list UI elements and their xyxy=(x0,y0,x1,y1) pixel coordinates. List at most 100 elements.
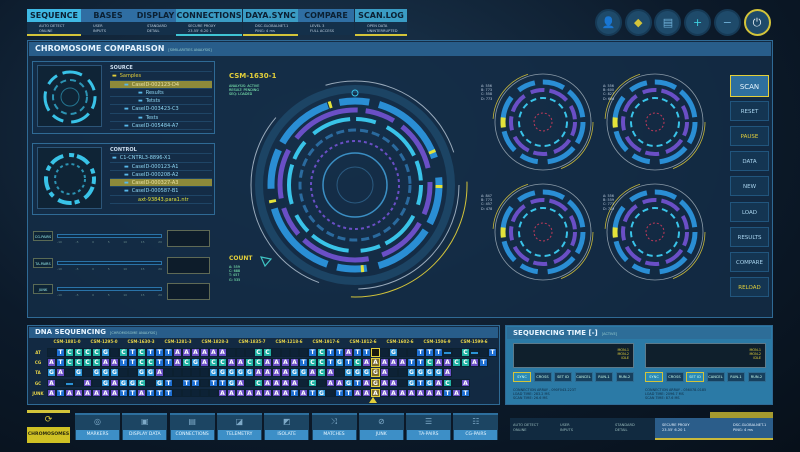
dna-base-cell[interactable]: G xyxy=(353,368,362,377)
dna-base-cell[interactable]: G xyxy=(227,368,236,377)
dna-base-cell[interactable]: A xyxy=(389,378,398,388)
dna-base-cell[interactable]: A xyxy=(290,358,299,367)
dna-base-cell[interactable]: C xyxy=(263,348,272,357)
dna-base-cell[interactable]: T xyxy=(164,378,173,388)
dna-base-cell[interactable]: T xyxy=(209,378,218,388)
dna-base-cell[interactable]: G xyxy=(362,368,371,377)
dna-base-cell[interactable]: T xyxy=(443,388,452,398)
dna-base-cell[interactable]: T xyxy=(155,388,164,398)
dna-base-cell[interactable]: T xyxy=(479,358,488,367)
dna-base-cell[interactable]: G xyxy=(236,368,245,377)
dna-base-cell[interactable]: A xyxy=(47,388,56,398)
dna-base-cell[interactable] xyxy=(74,378,83,388)
dna-base-cell[interactable]: T xyxy=(407,358,416,367)
dna-base-cell[interactable] xyxy=(470,348,479,357)
dna-base-cell[interactable]: A xyxy=(263,368,272,377)
dna-base-cell[interactable]: A xyxy=(272,388,281,398)
dna-base-cell[interactable]: A xyxy=(443,368,452,377)
dna-base-cell[interactable]: A xyxy=(92,388,101,398)
dna-base-cell[interactable] xyxy=(398,348,407,357)
dna-base-cell[interactable]: G xyxy=(101,368,110,377)
dna-base-cell[interactable]: G xyxy=(191,358,200,367)
dna-base-cell[interactable] xyxy=(83,368,92,377)
dna-base-cell[interactable]: A xyxy=(344,348,353,357)
slider-track[interactable] xyxy=(57,287,162,291)
dna-base-cell[interactable]: C xyxy=(443,378,452,388)
tree-item[interactable]: ▬ CaseID-005484-A7 xyxy=(110,122,212,131)
dna-base-cell[interactable]: G xyxy=(101,348,110,357)
dna-base-cell[interactable]: A xyxy=(272,358,281,367)
dna-base-cell[interactable]: G xyxy=(155,378,164,388)
dna-base-cell[interactable]: A xyxy=(398,358,407,367)
dna-base-cell[interactable]: T xyxy=(182,378,191,388)
dna-base-cell[interactable] xyxy=(182,388,191,398)
tree-item[interactable]: ▬ CaseID-000208-A2 xyxy=(110,171,212,180)
dna-base-cell[interactable]: G xyxy=(317,388,326,398)
dna-base-cell[interactable]: A xyxy=(380,368,389,377)
dna-base-cell[interactable]: G xyxy=(344,378,353,388)
dna-base-cell[interactable] xyxy=(299,348,308,357)
cross-button[interactable]: CROSS xyxy=(665,372,684,382)
dna-base-cell[interactable]: A xyxy=(281,368,290,377)
dna-base-cell[interactable] xyxy=(272,348,281,357)
tree-item[interactable]: ▬ CaseID-003423-C3 xyxy=(110,105,212,114)
dna-base-cell[interactable]: A xyxy=(380,388,389,398)
dna-base-cell[interactable]: C xyxy=(317,348,326,357)
dna-base-cell[interactable] xyxy=(47,348,56,357)
dna-base-cell[interactable]: C xyxy=(92,358,101,367)
dna-base-cell[interactable]: A xyxy=(182,348,191,357)
dna-base-cell[interactable] xyxy=(200,368,209,377)
dna-base-cell[interactable] xyxy=(92,378,101,388)
isolate-button[interactable]: ◩ ISOLATE xyxy=(264,413,310,440)
junk-button[interactable]: ⊘ JUNK xyxy=(358,413,404,440)
tree-item[interactable]: ▬ Tetsts xyxy=(110,97,212,106)
tree-item[interactable]: ▬ Samples xyxy=(110,72,212,81)
dna-base-cell[interactable]: T xyxy=(362,348,371,357)
dna-base-cell[interactable] xyxy=(65,368,74,377)
dna-base-cell[interactable]: T xyxy=(164,358,173,367)
dna-base-cell[interactable] xyxy=(407,348,416,357)
dna-base-cell[interactable]: T xyxy=(56,358,65,367)
dna-base-cell[interactable]: A xyxy=(227,388,236,398)
dna-base-cell[interactable]: T xyxy=(344,388,353,398)
dna-base-cell[interactable]: T xyxy=(155,348,164,357)
dna-base-cell[interactable]: A xyxy=(380,378,389,388)
scan-button[interactable]: SCAN xyxy=(730,75,769,97)
dna-base-cell[interactable]: A xyxy=(452,388,461,398)
dna-base-cell[interactable]: C xyxy=(425,358,434,367)
dna-base-cell[interactable]: G xyxy=(209,368,218,377)
dna-base-cell[interactable]: T xyxy=(56,348,65,357)
dna-base-cell[interactable]: A xyxy=(389,358,398,367)
dna-base-cell[interactable]: T xyxy=(353,348,362,357)
dna-base-cell[interactable] xyxy=(443,348,452,357)
dna-base-cell[interactable]: A xyxy=(461,378,470,388)
dna-base-cell[interactable]: A xyxy=(173,358,182,367)
dna-base-cell[interactable]: T xyxy=(353,378,362,388)
dna-base-cell[interactable]: G xyxy=(119,378,128,388)
dna-base-cell[interactable]: C xyxy=(83,358,92,367)
dna-base-cell[interactable]: A xyxy=(434,388,443,398)
dna-base-cell[interactable]: T xyxy=(326,358,335,367)
tree-item[interactable]: ▬ Results xyxy=(110,89,212,98)
tree-item[interactable]: ▬ CaseID-000123-A1 xyxy=(110,163,212,171)
dna-base-cell[interactable]: G xyxy=(425,368,434,377)
data-button[interactable]: DATA xyxy=(730,151,769,171)
dna-base-cell[interactable] xyxy=(173,388,182,398)
plus-button[interactable]: + xyxy=(684,9,712,36)
dna-base-cell[interactable]: A xyxy=(236,388,245,398)
power-button[interactable]: ⏻ xyxy=(743,9,771,36)
dna-base-cell[interactable]: A xyxy=(47,358,56,367)
dna-base-cell[interactable]: A xyxy=(371,358,380,367)
document-button[interactable]: ▤ xyxy=(654,9,682,36)
dna-base-cell[interactable]: A xyxy=(227,358,236,367)
dna-base-cell[interactable]: T xyxy=(119,388,128,398)
dna-base-cell[interactable]: C xyxy=(65,358,74,367)
dna-base-cell[interactable]: C xyxy=(65,348,74,357)
dna-base-cell[interactable]: A xyxy=(389,388,398,398)
dna-base-cell[interactable] xyxy=(182,368,191,377)
dna-base-cell[interactable]: C xyxy=(74,358,83,367)
dna-base-cell[interactable]: C xyxy=(146,358,155,367)
dna-base-cell[interactable]: A xyxy=(425,388,434,398)
tab-connections[interactable]: CONNECTIONS xyxy=(176,9,242,22)
dna-base-cell[interactable]: G xyxy=(101,378,110,388)
